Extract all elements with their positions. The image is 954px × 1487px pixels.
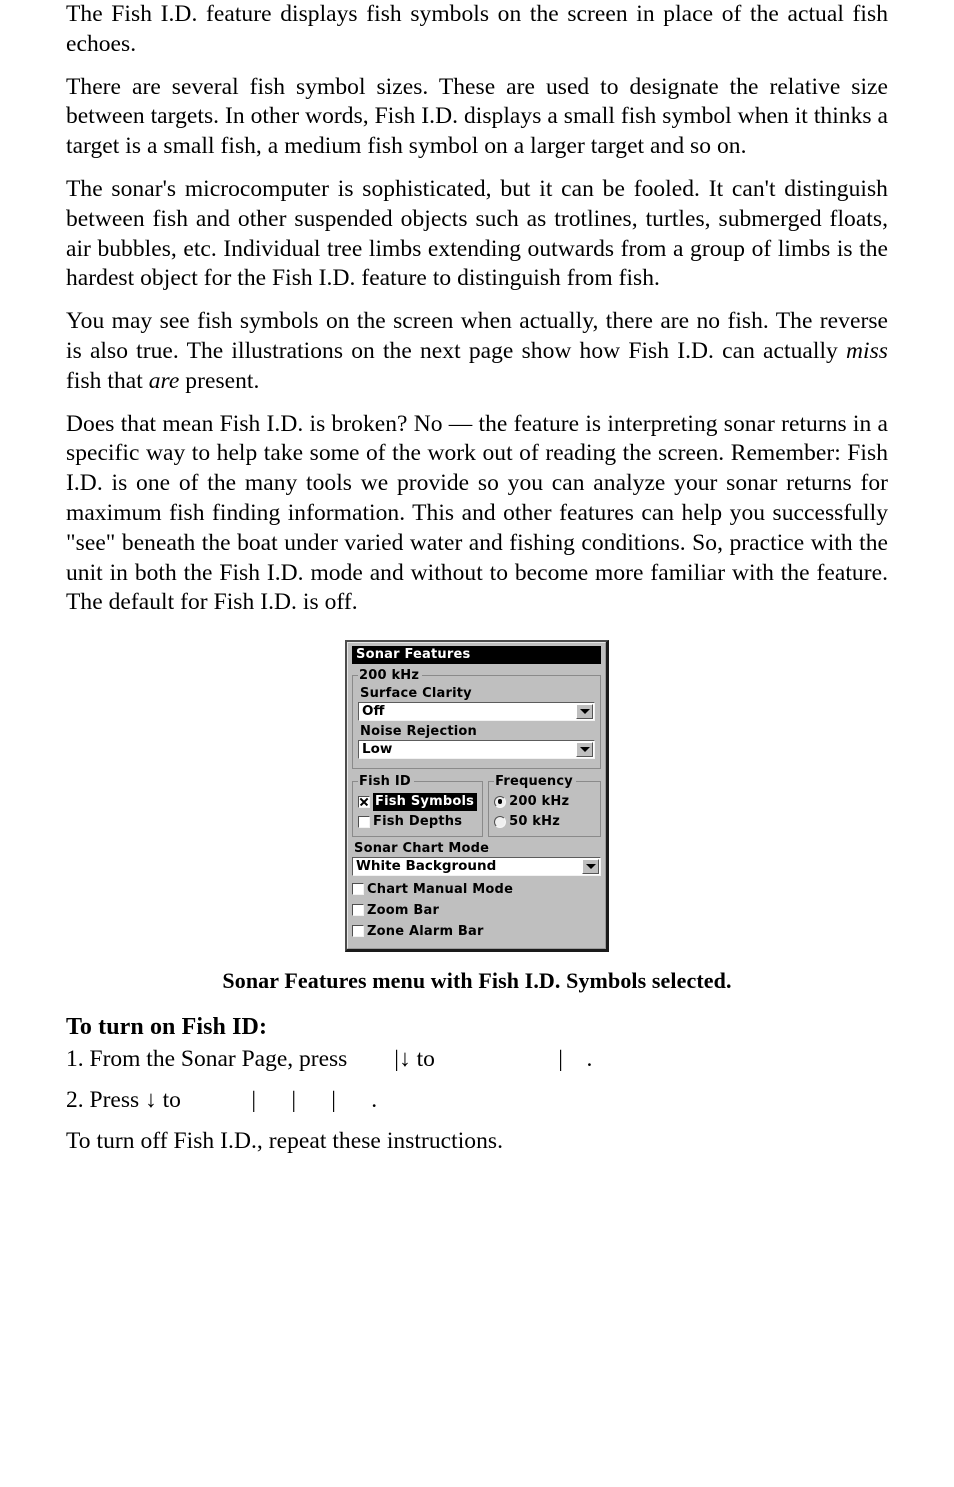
paragraph-4-part-2: fish that bbox=[66, 367, 149, 394]
noise-rejection-label: Noise Rejection bbox=[360, 724, 478, 740]
noise-rejection-dropdown[interactable]: Low bbox=[358, 740, 595, 760]
chart-manual-mode-label: Chart Manual Mode bbox=[367, 881, 514, 897]
sonar-chart-mode-section: Sonar Chart Mode White Background Chart … bbox=[352, 841, 601, 941]
group-200khz-legend: 200 kHz bbox=[359, 668, 420, 684]
paragraph-4-part-3: present. bbox=[179, 367, 260, 394]
instructions-heading: To turn on Fish ID: bbox=[66, 1014, 268, 1041]
sonar-chart-mode-chevron-down-icon[interactable] bbox=[582, 859, 599, 875]
checkbox-row-chart-manual-mode[interactable]: Chart Manual Mode bbox=[352, 879, 601, 899]
surface-clarity-value: Off bbox=[362, 703, 385, 720]
paragraph-5: Does that mean Fish I.D. is broken? No —… bbox=[66, 410, 888, 616]
checkbox-row-fish-depths[interactable]: Fish Depths bbox=[358, 812, 477, 831]
zoom-bar-label: Zoom Bar bbox=[367, 902, 440, 918]
group-fish-id: Fish ID Fish Symbols Fish Depths bbox=[352, 774, 484, 838]
surface-clarity-chevron-down-icon[interactable] bbox=[576, 704, 593, 720]
frequency-200khz-label: 200 kHz bbox=[509, 794, 570, 810]
frequency-200khz-radio-icon[interactable] bbox=[494, 795, 507, 808]
group-frequency-legend: Frequency bbox=[495, 774, 573, 790]
fish-symbols-label: Fish Symbols bbox=[373, 792, 478, 811]
sonar-chart-mode-label: Sonar Chart Mode bbox=[354, 841, 490, 857]
paragraph-2: There are several fish symbol sizes. The… bbox=[66, 73, 888, 160]
dialog-title-bar: Sonar Features bbox=[352, 646, 601, 665]
sonar-chart-mode-dropdown[interactable]: White Background bbox=[352, 857, 601, 877]
group-frequency: Frequency 200 kHz 50 kHz bbox=[488, 774, 601, 838]
paragraph-4-italic-miss: miss bbox=[846, 337, 888, 364]
figure-sonar-features-dialog: Sonar Features 200 kHz Surface Clarity O… bbox=[66, 640, 888, 953]
group-200khz: 200 kHz Surface Clarity Off Noise Reject… bbox=[352, 668, 601, 770]
fishid-frequency-row: Fish ID Fish Symbols Fish Depths Frequen… bbox=[352, 774, 601, 838]
chart-manual-mode-checkbox-icon[interactable] bbox=[352, 883, 364, 896]
sonar-features-dialog: Sonar Features 200 kHz Surface Clarity O… bbox=[345, 640, 609, 953]
paragraph-4-part-1: You may see fish symbols on the screen w… bbox=[66, 308, 888, 364]
surface-clarity-dropdown[interactable]: Off bbox=[358, 702, 595, 722]
group-fish-id-legend: Fish ID bbox=[359, 774, 411, 790]
surface-clarity-label: Surface Clarity bbox=[360, 686, 472, 702]
figure-caption: Sonar Features menu with Fish I.D. Symbo… bbox=[222, 968, 732, 994]
fish-symbols-checkbox-icon[interactable] bbox=[358, 795, 370, 808]
radio-row-200khz[interactable]: 200 kHz bbox=[494, 792, 595, 811]
frequency-50khz-label: 50 kHz bbox=[509, 814, 560, 830]
instruction-step-1: 1. From the Sonar Page, press |↓ to | . bbox=[66, 1046, 593, 1073]
checkbox-row-fish-symbols[interactable]: Fish Symbols bbox=[358, 792, 478, 811]
noise-rejection-chevron-down-icon[interactable] bbox=[576, 742, 593, 758]
paragraph-4: You may see fish symbols on the screen w… bbox=[66, 307, 888, 396]
zoom-bar-checkbox-icon[interactable] bbox=[352, 904, 364, 917]
instruction-step-2: 2. Press ↓ to | | | . bbox=[66, 1086, 378, 1113]
checkbox-row-zone-alarm-bar[interactable]: Zone Alarm Bar bbox=[352, 921, 601, 941]
paragraph-4-italic-are: are bbox=[148, 367, 180, 394]
fish-depths-label: Fish Depths bbox=[373, 814, 463, 830]
radio-row-50khz[interactable]: 50 kHz bbox=[494, 812, 595, 831]
dialog-inner-frame: Sonar Features 200 kHz Surface Clarity O… bbox=[347, 642, 606, 950]
frequency-50khz-radio-icon[interactable] bbox=[494, 815, 507, 828]
sonar-chart-mode-value: White Background bbox=[356, 858, 497, 875]
zone-alarm-bar-checkbox-icon[interactable] bbox=[352, 925, 364, 938]
checkbox-row-zoom-bar[interactable]: Zoom Bar bbox=[352, 900, 601, 920]
paragraph-1: The Fish I.D. feature displays fish symb… bbox=[66, 1, 888, 57]
fish-depths-checkbox-icon[interactable] bbox=[358, 815, 370, 828]
paragraph-3: The sonar's microcomputer is sophisticat… bbox=[66, 175, 888, 292]
document-page: The Fish I.D. feature displays fish symb… bbox=[66, 0, 888, 1487]
zone-alarm-bar-label: Zone Alarm Bar bbox=[367, 923, 484, 939]
closing-paragraph: To turn off Fish I.D., repeat these inst… bbox=[66, 1127, 504, 1154]
noise-rejection-value: Low bbox=[362, 741, 393, 758]
